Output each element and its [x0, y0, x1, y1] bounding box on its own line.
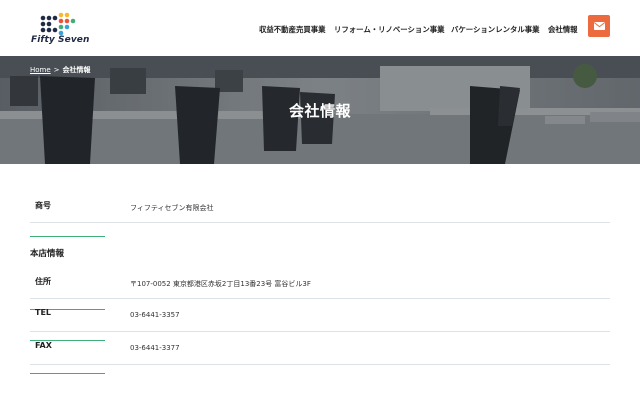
info-row-fax: FAX 03-6441-3377: [30, 332, 610, 374]
nav-item-company-info[interactable]: 会社情報: [548, 24, 578, 35]
company-info-content: 商号 フィフティセブン有限会社: [30, 186, 610, 237]
info-row-trade-name: 商号 フィフティセブン有限会社: [30, 186, 610, 237]
breadcrumb: Home > 会社情報: [30, 65, 91, 75]
nav-item-vacation-rental[interactable]: バケーションレンタル事業: [451, 24, 540, 35]
head-office-table: 住所 〒107-0052 東京都港区赤坂2丁目13番23号 富谷ビル3F TEL…: [30, 265, 610, 374]
page-title: 会社情報: [288, 102, 351, 120]
row-value: 03-6441-3357: [130, 311, 180, 319]
row-label: 商号: [30, 200, 105, 237]
breadcrumb-separator: >: [53, 66, 60, 74]
info-row-tel: TEL 03-6441-3357: [30, 299, 610, 341]
row-label: FAX: [30, 341, 105, 374]
nav-item-property-trading[interactable]: 収益不動産売買事業: [259, 24, 326, 35]
row-value: 03-6441-3377: [130, 344, 180, 352]
page-hero: Home > 会社情報 会社情報: [0, 56, 640, 164]
nav-item-renovation[interactable]: リフォーム・リノベーション事業: [334, 24, 445, 35]
breadcrumb-current: 会社情報: [62, 66, 91, 74]
company-logo[interactable]: Fifty Seven: [31, 12, 91, 46]
breadcrumb-home-link[interactable]: Home: [30, 66, 51, 74]
site-header: Fifty Seven 収益不動産売買事業 リフォーム・リノベーション事業 バケ…: [0, 0, 640, 56]
contact-mail-button[interactable]: [588, 15, 610, 37]
section-heading-head-office: 本店情報: [30, 249, 65, 259]
envelope-icon: [593, 22, 605, 30]
row-value: 〒107-0052 東京都港区赤坂2丁目13番23号 富谷ビル3F: [130, 280, 311, 288]
logo-mark-icon: [40, 12, 76, 36]
info-row-address: 住所 〒107-0052 東京都港区赤坂2丁目13番23号 富谷ビル3F: [30, 265, 610, 310]
logo-text: Fifty Seven: [31, 35, 90, 45]
row-value: フィフティセブン有限会社: [130, 204, 214, 212]
